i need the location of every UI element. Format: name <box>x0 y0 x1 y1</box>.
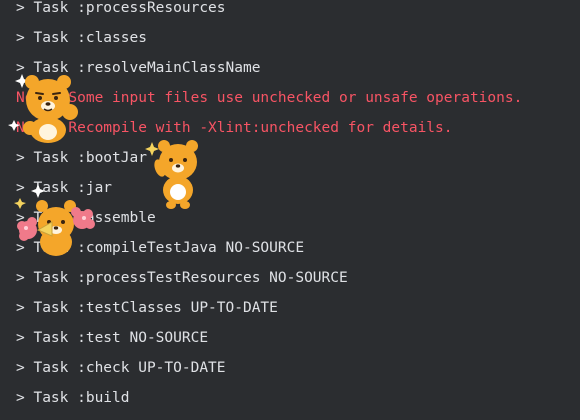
console-line: > Task :classes <box>16 30 147 46</box>
console-line: > Task :bootJar <box>16 150 147 166</box>
bear-sticker-punch <box>8 74 78 143</box>
console-warning-line: Note: Some input files use unchecked or … <box>16 90 523 106</box>
bear-icon <box>145 140 198 209</box>
console-line: > Task :testClasses UP-TO-DATE <box>16 300 278 316</box>
console-line: > Task :processResources <box>16 0 226 16</box>
console-line: > Task :test NO-SOURCE <box>16 330 209 346</box>
bear-icon <box>8 74 78 143</box>
bear-sticker-wave <box>145 140 198 209</box>
console-line: > Task :check UP-TO-DATE <box>16 360 226 376</box>
console-line: > Task :processTestResources NO-SOURCE <box>16 270 348 286</box>
bear-icon <box>14 184 95 256</box>
bear-sticker-cheer <box>14 184 95 256</box>
console-line: > Task :build <box>16 390 130 406</box>
